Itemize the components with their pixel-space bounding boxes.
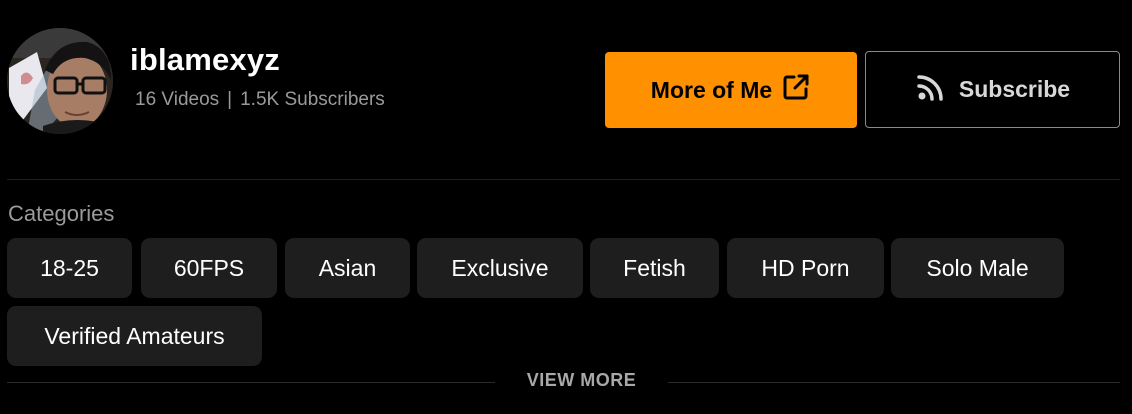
external-link-icon	[781, 72, 811, 108]
channel-stats: 16 Videos | 1.5K Subscribers	[135, 89, 385, 111]
category-chip[interactable]: Solo Male	[891, 238, 1064, 298]
channel-name[interactable]: iblamexyz	[130, 42, 280, 78]
category-chip[interactable]: Fetish	[590, 238, 719, 298]
avatar[interactable]	[7, 28, 113, 134]
more-of-me-button[interactable]: More of Me	[605, 52, 857, 128]
view-more-divider-right	[668, 382, 1120, 383]
category-chip[interactable]: HD Porn	[727, 238, 884, 298]
avatar-photo	[7, 28, 113, 134]
category-chip[interactable]: Verified Amateurs	[7, 306, 262, 366]
categories-heading: Categories	[8, 201, 115, 226]
more-of-me-label: More of Me	[650, 76, 773, 103]
profile-header: iblamexyz 16 Videos | 1.5K Subscribers Mor…	[0, 0, 1132, 178]
section-divider	[7, 179, 1120, 180]
category-chip[interactable]: Asian	[285, 238, 410, 298]
subscribe-button[interactable]: Subscribe	[865, 51, 1120, 128]
category-chip[interactable]: Exclusive	[417, 238, 583, 298]
view-more-link[interactable]: VIEW MORE	[500, 370, 663, 391]
stats-separator: |	[227, 89, 233, 110]
category-chip[interactable]: 60FPS	[141, 238, 277, 298]
subscribe-label: Subscribe	[958, 76, 1071, 102]
video-count: 16 Videos	[135, 89, 220, 110]
rss-icon	[915, 71, 947, 109]
subscriber-count: 1.5K Subscribers	[240, 89, 385, 110]
view-more-divider-left	[7, 382, 495, 383]
category-chip[interactable]: 18-25	[7, 238, 132, 298]
